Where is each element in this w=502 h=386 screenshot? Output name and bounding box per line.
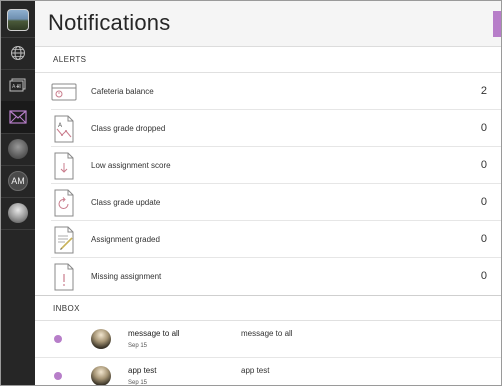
alert-row-class-grade-update[interactable]: Class grade update 0 (51, 184, 501, 221)
notifications-button[interactable] (1, 101, 35, 133)
message-subject: app test (128, 366, 157, 375)
sender-avatar (91, 366, 111, 385)
unread-dot-icon (54, 335, 62, 343)
grades-button[interactable]: A+ (1, 69, 35, 101)
page-title: Notifications (48, 10, 171, 35)
alert-label: Low assignment score (91, 161, 171, 170)
user-avatar-3[interactable] (1, 197, 35, 229)
alert-count: 0 (480, 159, 487, 171)
alert-count: 2 (480, 85, 487, 97)
left-nav-rail: A+ AM (1, 1, 35, 385)
inbox-message-row[interactable]: app test Sep 15 app test (35, 358, 501, 386)
alert-label: Class grade update (91, 198, 161, 207)
alert-row-class-grade-dropped[interactable]: A Class grade dropped 0 (51, 110, 501, 147)
grades-card-icon: A+ (9, 78, 26, 92)
globe-icon (11, 46, 25, 60)
alert-row-assignment-graded[interactable]: Assignment graded 0 (51, 221, 501, 258)
alert-label: Cafeteria balance (91, 87, 154, 96)
mail-icon (9, 110, 27, 124)
grade-dropped-icon: A (54, 115, 74, 143)
cafeteria-card-icon (51, 83, 77, 101)
inbox-section-header: INBOX (35, 295, 501, 321)
page-header: Notifications (35, 1, 501, 47)
institution-logo-button[interactable] (1, 3, 35, 37)
svg-text:A: A (58, 122, 63, 129)
sender-avatar (91, 329, 111, 349)
alert-count: 0 (480, 122, 487, 134)
missing-assignment-icon (54, 263, 74, 291)
assignment-graded-icon (54, 226, 74, 254)
message-subject: message to all (128, 329, 180, 338)
alert-row-low-assignment-score[interactable]: Low assignment score 0 (51, 147, 501, 184)
user-avatar-2[interactable]: AM (1, 165, 35, 197)
accent-tab (493, 11, 501, 37)
inbox-message-row[interactable]: message to all Sep 15 message to all (35, 321, 501, 358)
app-window: A+ AM Notifications ALERTS Cafeteria bal… (0, 0, 502, 386)
alerts-section-header: ALERTS (35, 47, 501, 73)
low-score-icon (54, 152, 74, 180)
alert-label: Class grade dropped (91, 124, 166, 133)
user-avatar-1[interactable] (1, 133, 35, 165)
user-avatar (8, 203, 28, 223)
alert-label: Assignment graded (91, 235, 160, 244)
alert-count: 0 (480, 233, 487, 245)
unread-dot-icon (54, 372, 62, 380)
institution-logo (7, 9, 29, 31)
alert-label: Missing assignment (91, 272, 162, 281)
alert-count: 0 (480, 196, 487, 208)
user-avatar (8, 139, 28, 159)
main-content: Notifications ALERTS Cafeteria balance 2… (35, 1, 501, 386)
alert-row-missing-assignment[interactable]: Missing assignment 0 (51, 258, 501, 295)
message-preview: app test (241, 366, 270, 375)
message-preview: message to all (241, 329, 293, 338)
user-avatar-initials: AM (8, 171, 28, 191)
alert-count: 0 (480, 270, 487, 282)
alert-row-cafeteria-balance[interactable]: Cafeteria balance 2 (51, 73, 501, 110)
grade-update-icon (54, 189, 74, 217)
globe-button[interactable] (1, 37, 35, 69)
message-date: Sep 15 (128, 343, 148, 349)
message-date: Sep 15 (128, 380, 148, 386)
